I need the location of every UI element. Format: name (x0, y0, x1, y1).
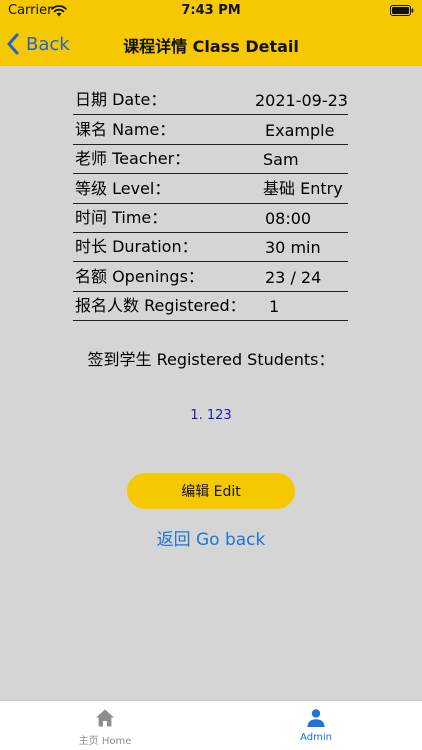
detail-value: 30 min (265, 238, 321, 258)
tab-bar: 主页 Home Admin (0, 700, 422, 750)
detail-row-teacher: 老师 Teacher： Sam (73, 145, 348, 175)
class-detail-screen: Carrier 7:43 PM Back 课程详情 Class Detail 日… (0, 0, 422, 750)
detail-value: 基础 Entry (263, 178, 343, 198)
detail-value: Sam (263, 150, 299, 170)
detail-row-name: 课名 Name： Example (73, 115, 348, 145)
student-list: 1. 123 (0, 408, 422, 423)
detail-label: 课名 Name： (75, 119, 176, 139)
student-list-item: 1. 123 (190, 408, 232, 423)
detail-label: 等级 Level： (75, 178, 171, 198)
detail-row-time: 时间 Time： 08:00 (73, 204, 348, 233)
detail-label: 日期 Date： (75, 90, 167, 110)
tab-admin[interactable]: Admin (256, 707, 376, 743)
detail-label: 老师 Teacher： (75, 149, 191, 169)
registered-students-heading: 签到学生 Registered Students： (87, 350, 335, 369)
go-back-link[interactable]: 返回 Go back (0, 525, 422, 550)
detail-value: 1 (269, 297, 280, 317)
detail-row-level: 等级 Level： 基础 Entry (73, 174, 348, 204)
battery-icon (390, 5, 414, 16)
detail-row-duration: 时长 Duration： 30 min (73, 233, 348, 263)
navigation-bar: Back 课程详情 Class Detail (0, 22, 422, 66)
page-title: 课程详情 Class Detail (123, 37, 299, 56)
detail-value: 08:00 (265, 208, 312, 228)
detail-row-registered: 报名人数 Registered： 1 (73, 292, 348, 322)
detail-value: 2021-09-23 (255, 91, 348, 111)
tab-label: 主页 Home (78, 736, 132, 747)
detail-value: 23 / 24 (265, 267, 322, 287)
tab-label: Admin (300, 732, 332, 743)
class-details-table: 日期 Date： 2021-09-23 课名 Name： Example 老师 … (73, 86, 348, 322)
edit-button[interactable]: 编辑 Edit (127, 473, 295, 509)
detail-label: 时间 Time： (75, 207, 168, 227)
house-icon (96, 709, 114, 727)
detail-label: 报名人数 Registered： (75, 296, 246, 316)
tab-home[interactable]: 主页 Home (45, 707, 165, 747)
detail-value: Example (265, 120, 335, 140)
detail-row-openings: 名额 Openings： 23 / 24 (73, 262, 348, 292)
status-bar: Carrier 7:43 PM (0, 0, 422, 22)
header-background: Carrier 7:43 PM Back 课程详情 Class Detail (0, 0, 422, 66)
status-time: 7:43 PM (181, 3, 241, 18)
detail-label: 名额 Openings： (75, 266, 204, 286)
detail-label: 时长 Duration： (75, 237, 198, 257)
person-icon (307, 709, 325, 727)
detail-row-date: 日期 Date： 2021-09-23 (73, 86, 348, 116)
